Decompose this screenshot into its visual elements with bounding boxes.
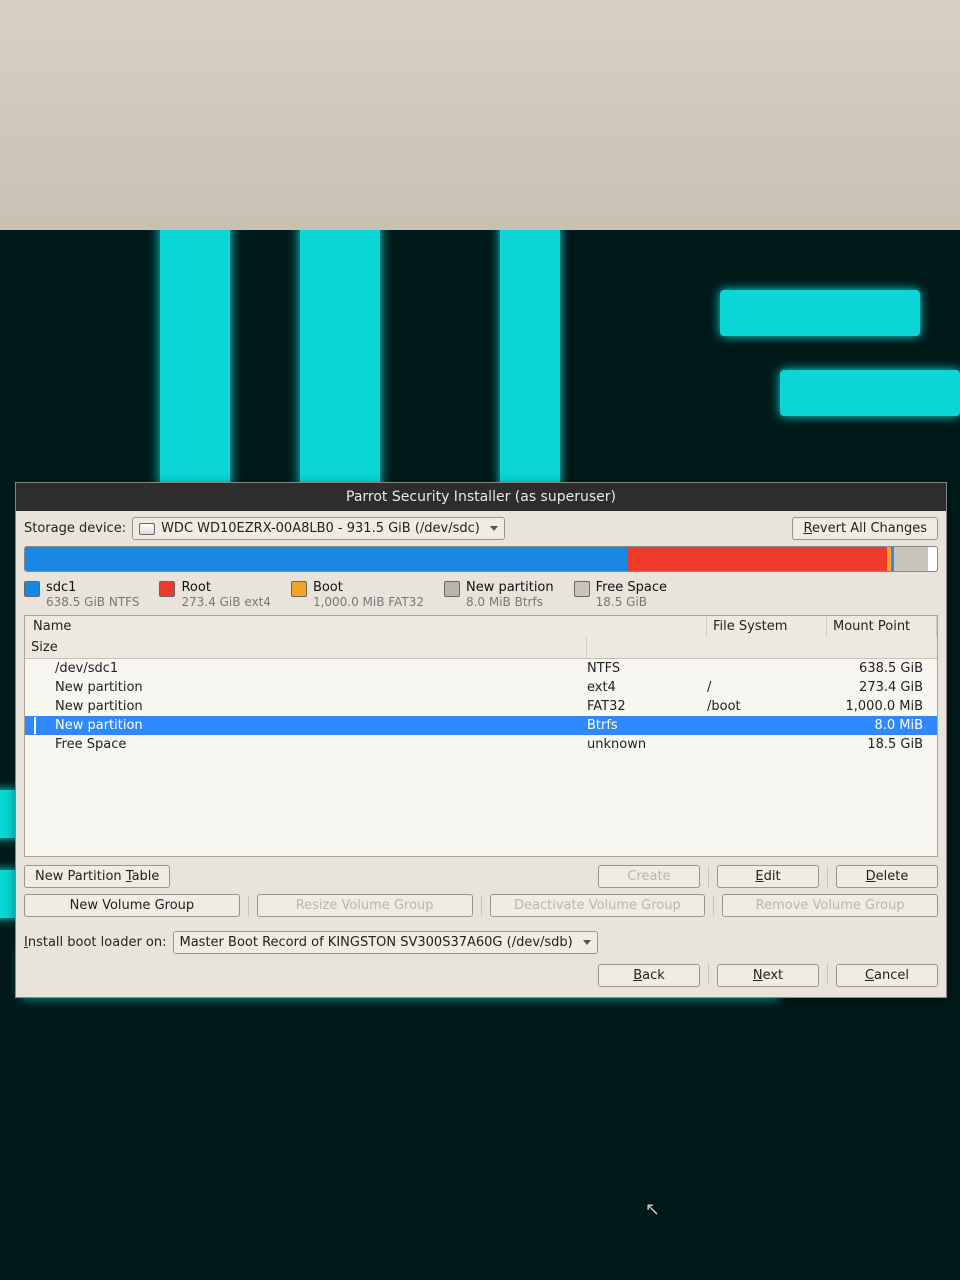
revert-all-changes-button[interactable]: Revert All Changes: [792, 517, 938, 540]
col-size: Size: [25, 637, 587, 658]
legend-item[interactable]: New partition8.0 MiB Btrfs: [444, 580, 554, 609]
legend-detail: 1,000.0 MiB FAT32: [313, 595, 424, 609]
table-row[interactable]: Free Spaceunknown 18.5 GiB: [25, 735, 937, 754]
disk-icon: [139, 523, 155, 535]
deactivate-volume-group-button: Deactivate Volume Group: [490, 894, 706, 917]
legend-detail: 638.5 GiB NTFS: [46, 595, 139, 609]
row-fs: NTFS: [583, 660, 703, 677]
cancel-button[interactable]: Cancel: [836, 964, 938, 987]
storage-device-label: Storage device:: [24, 521, 126, 536]
legend-swatch: [291, 581, 307, 597]
col-name: Name: [25, 616, 707, 637]
legend-swatch: [159, 581, 175, 597]
row-size: 273.4 GiB: [823, 679, 933, 696]
legend-item[interactable]: sdc1638.5 GiB NTFS: [24, 580, 139, 609]
create-button: Create: [598, 865, 700, 888]
legend-name: sdc1: [46, 580, 139, 595]
legend-item[interactable]: Boot1,000.0 MiB FAT32: [291, 580, 424, 609]
storage-device-combo[interactable]: WDC WD10EZRX-00A8LB0 - 931.5 GiB (/dev/s…: [132, 517, 505, 540]
row-fs: unknown: [583, 736, 703, 753]
row-name: Free Space: [51, 736, 583, 753]
partition-legend: sdc1638.5 GiB NTFS Root273.4 GiB ext4 Boot…: [24, 580, 938, 609]
partition-bar[interactable]: [24, 546, 938, 572]
bootloader-value: Master Boot Record of KINGSTON SV300S37A…: [180, 935, 573, 950]
legend-detail: 18.5 GiB: [596, 595, 667, 609]
legend-detail: 8.0 MiB Btrfs: [466, 595, 554, 609]
bootloader-label: Install boot loader on:: [24, 935, 167, 950]
table-header: Name File System Mount Point Size: [25, 616, 937, 659]
row-size: 8.0 MiB: [823, 717, 933, 734]
legend-item[interactable]: Root273.4 GiB ext4: [159, 580, 270, 609]
legend-swatch: [24, 581, 40, 597]
resize-volume-group-button: Resize Volume Group: [257, 894, 473, 917]
legend-swatch: [574, 581, 590, 597]
table-body: /dev/sdc1NTFS638.5 GiBNew partitionext4/…: [25, 659, 937, 754]
row-mount: /boot: [703, 698, 823, 715]
next-button[interactable]: Next: [717, 964, 819, 987]
table-row[interactable]: New partitionFAT32/boot1,000.0 MiB: [25, 697, 937, 716]
back-button[interactable]: Back: [598, 964, 700, 987]
installer-dialog: Parrot Security Installer (as superuser)…: [15, 482, 947, 998]
partition-table[interactable]: Name File System Mount Point Size /dev/s…: [24, 615, 938, 857]
edit-button[interactable]: Edit: [717, 865, 819, 888]
chevron-down-icon: [583, 940, 591, 945]
chevron-down-icon: [490, 526, 498, 531]
window-title: Parrot Security Installer (as superuser): [16, 483, 946, 511]
partbar-free[interactable]: [894, 547, 929, 571]
legend-name: Free Space: [596, 580, 667, 595]
row-size: 638.5 GiB: [823, 660, 933, 677]
table-row[interactable]: /dev/sdc1NTFS 638.5 GiB: [25, 659, 937, 678]
partbar-root[interactable]: [627, 547, 887, 571]
table-row[interactable]: New partitionBtrfs 8.0 MiB: [25, 716, 937, 735]
row-mount: [703, 744, 823, 746]
row-fs: Btrfs: [583, 717, 703, 734]
row-mount: /: [703, 679, 823, 696]
row-name: New partition: [51, 679, 583, 696]
storage-device-value: WDC WD10EZRX-00A8LB0 - 931.5 GiB (/dev/s…: [161, 521, 480, 536]
row-size: 18.5 GiB: [823, 736, 933, 753]
legend-name: New partition: [466, 580, 554, 595]
legend-item[interactable]: Free Space18.5 GiB: [574, 580, 667, 609]
row-fs: ext4: [583, 679, 703, 696]
row-name: /dev/sdc1: [51, 660, 583, 677]
delete-button[interactable]: Delete: [836, 865, 938, 888]
legend-name: Boot: [313, 580, 424, 595]
remove-volume-group-button: Remove Volume Group: [722, 894, 938, 917]
col-mount: Mount Point: [827, 616, 937, 637]
row-mount: [703, 668, 823, 670]
legend-swatch: [444, 581, 460, 597]
row-size: 1,000.0 MiB: [823, 698, 933, 715]
row-name: New partition: [51, 717, 583, 734]
col-fs: File System: [707, 616, 827, 637]
row-mount: [703, 725, 823, 727]
legend-detail: 273.4 GiB ext4: [181, 595, 270, 609]
new-volume-group-button[interactable]: New Volume Group: [24, 894, 240, 917]
legend-name: Root: [181, 580, 270, 595]
mouse-cursor-icon: ↖: [645, 1199, 660, 1220]
row-name: New partition: [51, 698, 583, 715]
partbar-sdc1[interactable]: [25, 547, 627, 571]
new-partition-table-button[interactable]: New Partition Table: [24, 865, 170, 888]
bootloader-combo[interactable]: Master Boot Record of KINGSTON SV300S37A…: [173, 931, 598, 954]
row-fs: FAT32: [583, 698, 703, 715]
table-row[interactable]: New partitionext4/273.4 GiB: [25, 678, 937, 697]
